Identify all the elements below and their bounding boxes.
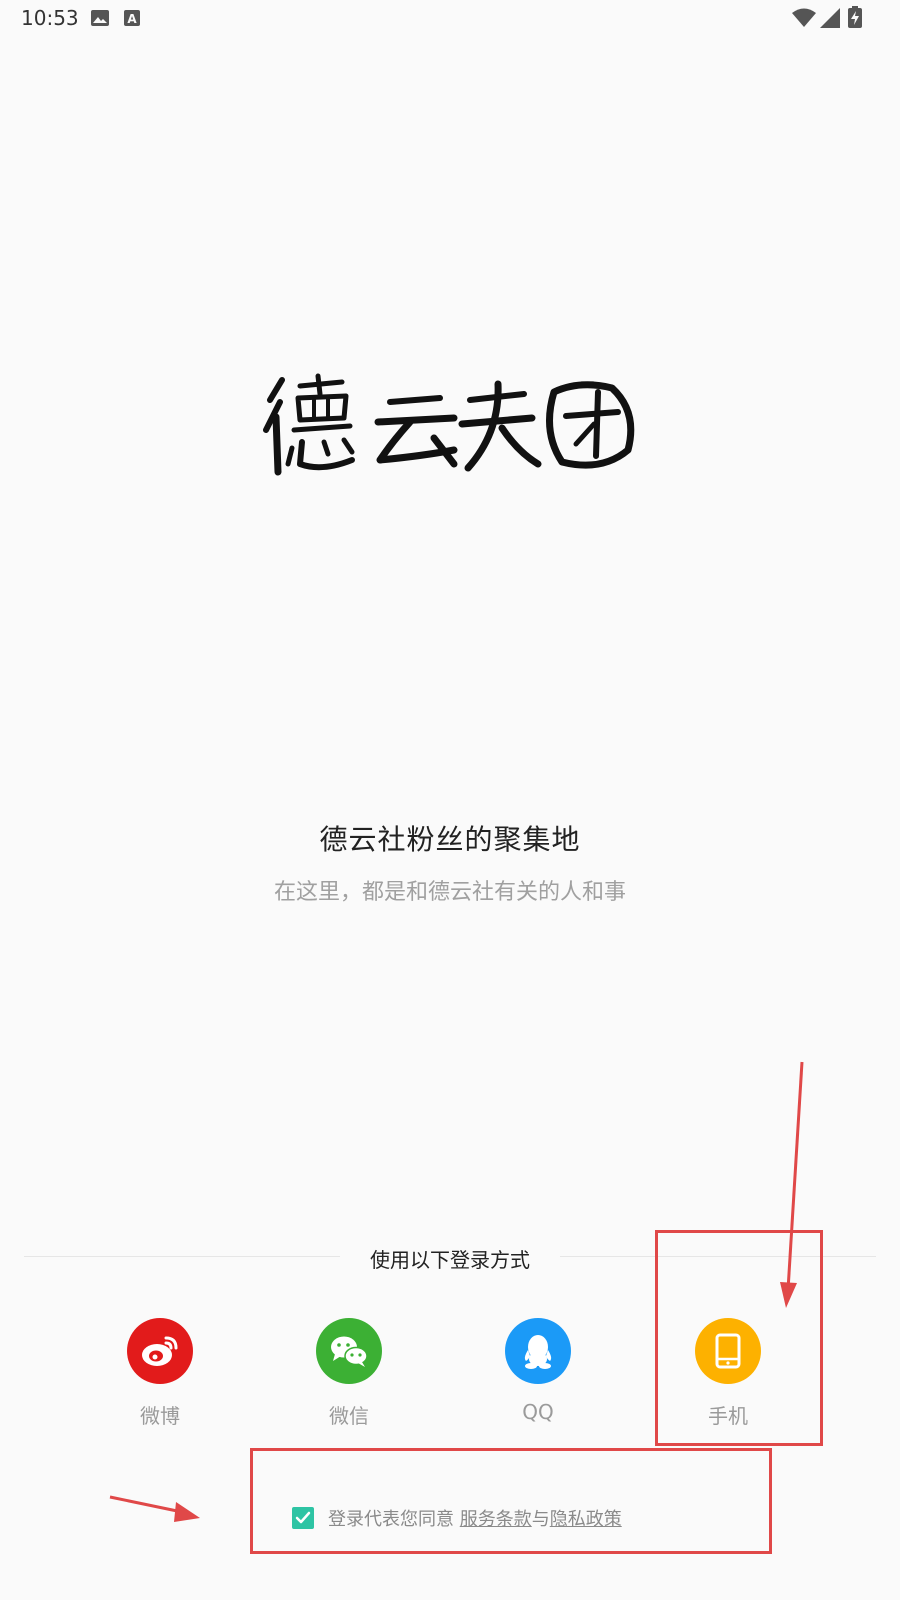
login-wechat-button[interactable]: 微信 bbox=[289, 1318, 409, 1429]
app-tagline: 德云社粉丝的聚集地 bbox=[319, 823, 581, 856]
svg-text:A: A bbox=[127, 12, 137, 26]
wechat-icon[interactable] bbox=[316, 1318, 382, 1384]
signal-icon bbox=[820, 8, 840, 28]
login-weibo-label: 微博 bbox=[140, 1404, 180, 1428]
gallery-icon bbox=[91, 10, 109, 26]
app-subline: 在这里，都是和德云社有关的人和事 bbox=[273, 880, 626, 905]
annotation-box-agreement bbox=[250, 1448, 772, 1554]
login-wechat-label: 微信 bbox=[329, 1404, 369, 1428]
battery-icon bbox=[848, 6, 862, 28]
annotation-box-phone bbox=[655, 1230, 823, 1446]
keyboard-a-icon: A bbox=[124, 10, 140, 26]
qq-icon[interactable] bbox=[505, 1318, 571, 1384]
login-qq-button[interactable]: QQ bbox=[478, 1318, 598, 1424]
annotation-arrow-right bbox=[109, 1495, 183, 1514]
wifi-icon bbox=[792, 8, 816, 27]
status-bar: 10:53 A bbox=[0, 0, 900, 36]
weibo-icon[interactable] bbox=[127, 1318, 193, 1384]
login-screen: 10:53 A 德云社粉丝的聚集地 在这里，都是和德云社有关的人和事 使用以下登… bbox=[0, 0, 900, 1600]
app-logo bbox=[263, 373, 635, 476]
status-time: 10:53 bbox=[21, 6, 79, 30]
login-weibo-button[interactable]: 微博 bbox=[100, 1318, 220, 1429]
login-qq-label: QQ bbox=[522, 1400, 554, 1424]
